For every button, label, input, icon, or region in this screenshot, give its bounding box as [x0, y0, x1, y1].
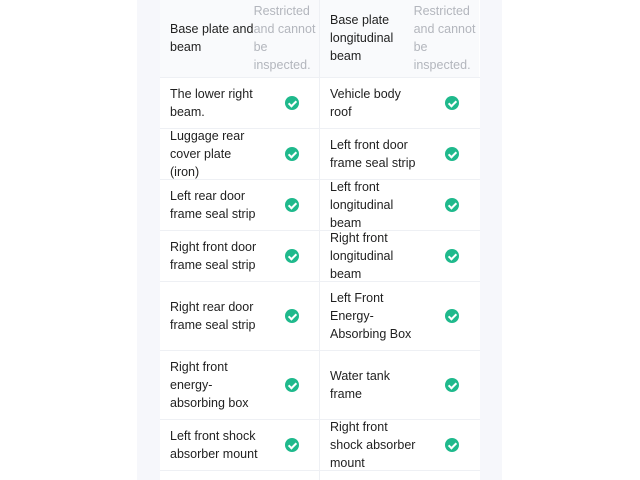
check-circle-icon — [285, 147, 299, 161]
item-label: Left rear door frame seal strip — [170, 189, 256, 221]
table-row: Right front energy-absorbing box Water t… — [160, 351, 480, 420]
table-cell: Vehicle body roof — [320, 78, 479, 128]
item-label: Water tank frame — [330, 369, 390, 401]
table-cell: Left front longitudinal beam — [320, 180, 479, 230]
table-cell — [320, 471, 479, 480]
table-cell: Right front energy-absorbing box — [160, 351, 320, 419]
table-cell: Left rear door frame seal strip — [160, 180, 320, 230]
item-label: The lower right beam. — [170, 87, 253, 119]
table-cell: Base plate longitudinal beam Restricted … — [320, 0, 479, 77]
check-circle-icon — [285, 309, 299, 323]
check-circle-icon — [445, 309, 459, 323]
item-label: Right front door frame seal strip — [170, 240, 257, 272]
check-circle-icon — [285, 438, 299, 452]
table-row: Luggage rear cover plate (iron) Left fro… — [160, 129, 480, 180]
restricted-note: Restricted and cannot be inspected. — [413, 3, 476, 72]
item-label: Luggage rear cover plate (iron) — [170, 129, 245, 179]
check-circle-icon — [445, 438, 459, 452]
item-label: Vehicle body roof — [330, 87, 401, 119]
screen: Base plate and beam Restricted and canno… — [0, 0, 640, 480]
table-row: Right front door frame seal strip Right … — [160, 231, 480, 282]
table-row: The lower right beam. Vehicle body roof — [160, 78, 480, 129]
item-label: Right front longitudinal beam — [330, 231, 394, 281]
table-cell: Right front shock absorber mount — [320, 420, 479, 470]
item-label: Left front door frame seal strip — [330, 138, 416, 170]
check-circle-icon — [445, 96, 459, 110]
item-label: Left Front Energy-Absorbing Box — [330, 291, 412, 341]
restricted-note: Restricted and cannot be inspected. — [253, 3, 316, 72]
table-cell: Left front door frame seal strip — [320, 129, 479, 179]
table-row: Right rear door frame seal strip Left Fr… — [160, 282, 480, 351]
check-circle-icon — [285, 378, 299, 392]
check-circle-icon — [285, 249, 299, 263]
item-label: Left front shock absorber mount — [170, 429, 258, 461]
item-label: Right front energy-absorbing box — [170, 360, 249, 410]
table-cell: Right rear door frame seal strip — [160, 282, 320, 350]
table-cell: Left Front Energy-Absorbing Box — [320, 282, 479, 350]
check-circle-icon — [445, 378, 459, 392]
item-label: Left front longitudinal beam — [330, 180, 394, 230]
check-circle-icon — [445, 198, 459, 212]
table-cell: Luggage rear cover plate (iron) — [160, 129, 320, 179]
table-cell: The lower right beam. — [160, 78, 320, 128]
table-cell: Base plate and beam Restricted and canno… — [160, 0, 320, 77]
item-label: Right rear door frame seal strip — [170, 300, 256, 332]
check-circle-icon — [285, 96, 299, 110]
check-circle-icon — [445, 147, 459, 161]
table-row: Left rear door frame seal strip Left fro… — [160, 180, 480, 231]
table-cell: Right front longitudinal beam — [320, 231, 479, 281]
table-row: Base plate and beam Restricted and canno… — [160, 0, 480, 78]
table-cell: Left front shock absorber mount — [160, 420, 320, 470]
item-label: Base plate and beam — [170, 21, 254, 54]
table-row: Left front shock absorber mount Right fr… — [160, 420, 480, 471]
check-circle-icon — [285, 198, 299, 212]
table-cell — [160, 471, 320, 480]
item-label: Base plate longitudinal beam — [330, 12, 394, 63]
item-label: Right front shock absorber mount — [330, 420, 416, 470]
check-circle-icon — [445, 249, 459, 263]
inspection-table: Base plate and beam Restricted and canno… — [160, 0, 480, 480]
table-cell: Water tank frame — [320, 351, 479, 419]
table-cell: Right front door frame seal strip — [160, 231, 320, 281]
table-row — [160, 471, 480, 480]
